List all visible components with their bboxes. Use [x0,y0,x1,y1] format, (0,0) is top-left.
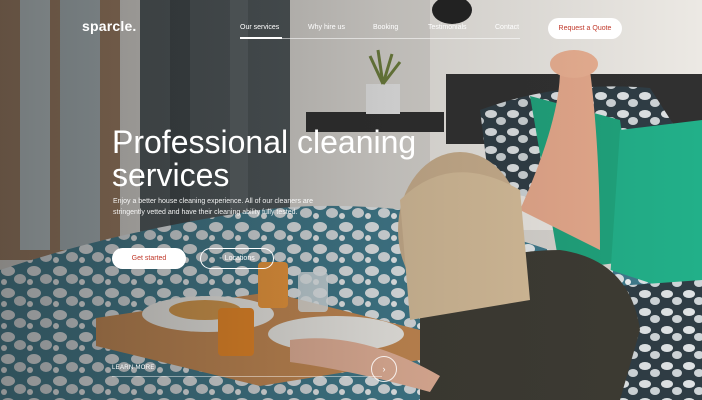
locations-button-label: Locations [224,255,255,262]
nav-item-booking[interactable]: Booking [373,24,398,31]
nav-item-contact[interactable]: Contact [495,24,519,31]
hero-section: sparcle. Our services Why hire us Bookin… [0,0,702,400]
nav-item-testimonials[interactable]: Testimonials [428,24,467,31]
hero-subtitle: Enjoy a better house cleaning experience… [113,198,314,216]
hero-title-line2: services [112,157,230,193]
nav-divider [240,38,520,39]
locations-button[interactable]: ◦ Locations [200,248,274,269]
hero-title: Professional cleaning services [112,126,442,192]
get-started-button[interactable]: Get started [112,248,186,269]
nav-item-our-services[interactable]: Our services [240,24,279,31]
nav-item-why-hire-us[interactable]: Why hire us [308,24,345,31]
scroll-down-button[interactable]: › [371,356,397,382]
learn-more-link[interactable]: LEARN MORE [112,365,155,371]
hero-title-line1: Professional cleaning [112,124,417,160]
map-pin-icon: ◦ [219,255,222,262]
nav-active-indicator [240,37,282,39]
brand-logo[interactable]: sparcle. [82,18,137,34]
request-quote-button[interactable]: Request a Quote [548,18,622,39]
hero-overlay [0,0,702,400]
learn-more-divider [112,376,382,377]
chevron-right-icon: › [382,364,386,374]
main-nav: Our services Why hire us Booking Testimo… [240,24,520,40]
